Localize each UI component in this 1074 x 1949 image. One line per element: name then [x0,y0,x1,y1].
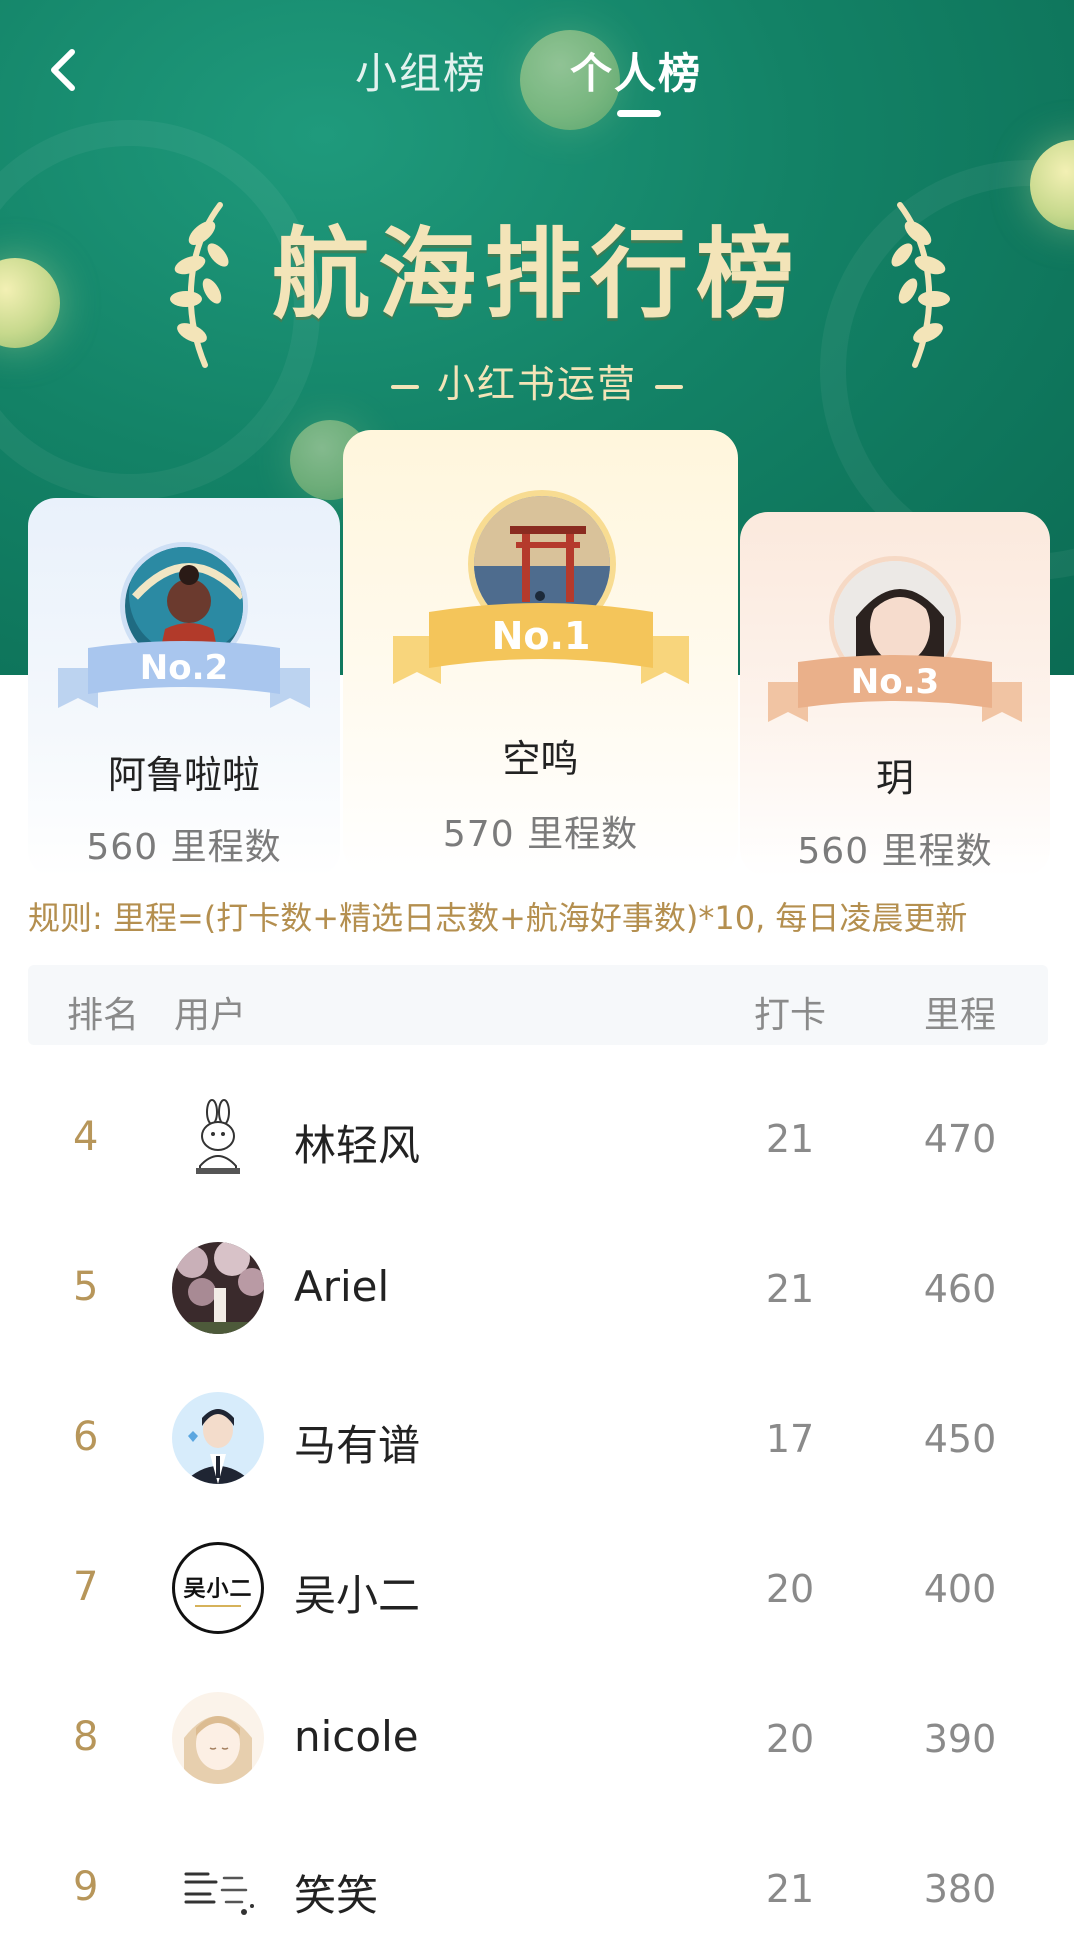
rank-badge-label: No.1 [491,614,591,658]
row-rank: 7 [73,1564,99,1610]
row-rank: 9 [73,1864,99,1910]
table-header: 排名 用户 打卡 里程 [28,965,1048,1045]
table-row[interactable]: 9 笑笑 21 380 [0,1812,1074,1949]
avatar [172,1692,264,1784]
row-rank: 5 [73,1264,99,1310]
column-header-user: 用户 [174,995,247,1036]
table-row[interactable]: 7 吴小二 吴小二 20 400 [0,1512,1074,1662]
row-user-name: 笑笑 [294,1871,379,1920]
rank-badge-label: No.3 [850,662,940,702]
row-miles: 470 [923,1117,997,1161]
row-checkin-count: 20 [765,1567,815,1611]
table-row[interactable]: 6 马有谱 17 450 [0,1362,1074,1512]
row-user-name: 林轻风 [294,1121,421,1170]
row-rank: 6 [73,1414,99,1460]
back-button[interactable] [40,40,90,100]
podium-card-second[interactable]: No.2 阿鲁啦啦 560 里程数 [28,498,340,878]
row-rank: 4 [73,1114,99,1160]
subtitle-dash [655,384,683,389]
table-row[interactable]: 5 Ariel 21 460 [0,1212,1074,1362]
row-rank: 8 [73,1714,99,1760]
podium-card-first[interactable]: No.1 空鸣 570 里程数 [343,430,738,875]
row-checkin-count: 21 [765,1267,815,1311]
row-checkin-count: 21 [765,1867,815,1911]
row-user-name: 马有谱 [294,1421,421,1470]
laurel-right-icon [891,202,950,368]
column-header-checkin: 打卡 [753,995,826,1036]
avatar [172,1242,264,1334]
row-checkin-count: 21 [765,1117,815,1161]
podium-score: 570 里程数 [442,814,639,855]
row-miles: 400 [923,1567,997,1611]
row-miles: 380 [923,1867,997,1911]
rank-badge-label: No.2 [139,648,229,688]
avatar [172,1392,264,1484]
row-user-name: 吴小二 [294,1571,421,1620]
avatar-text: 吴小二 [183,1577,253,1602]
row-miles: 460 [923,1267,997,1311]
tab-group-ranking[interactable]: 小组榜 [355,40,487,101]
row-checkin-count: 17 [765,1417,815,1461]
avatar: 吴小二 [172,1542,264,1634]
tab-personal-ranking[interactable]: 个人榜 [570,40,702,101]
avatar [172,1092,264,1184]
chevron-left-icon [51,49,75,91]
row-user-name: Ariel [294,1262,390,1311]
row-user-name: nicole [294,1712,419,1761]
avatar-underline [195,1605,241,1607]
column-header-rank: 排名 [67,995,140,1036]
subtitle-text: 小红书运营 [436,362,637,406]
table-row[interactable]: 4 林轻风 21 470 [0,1062,1074,1212]
podium-name: 空鸣 [502,737,579,781]
row-miles: 390 [923,1717,997,1761]
podium-score: 560 里程数 [86,827,282,868]
rules-text: 规则: 里程=(打卡数+精选日志数+航海好事数)*10, 每日凌晨更新 [28,899,968,937]
podium-name: 玥 [875,756,914,800]
table-row[interactable]: 8 nicole 20 390 [0,1662,1074,1812]
podium-name: 阿鲁啦啦 [107,753,260,797]
row-checkin-count: 20 [765,1717,815,1761]
column-header-miles: 里程 [923,995,996,1036]
row-miles: 450 [923,1417,997,1461]
podium-card-third[interactable]: No.3 玥 560 里程数 [740,512,1050,877]
page-subtitle: 小红书运营 [0,353,1074,408]
subtitle-dash [390,384,419,389]
podium-score: 560 里程数 [797,831,993,872]
avatar [172,1842,264,1934]
active-tab-indicator [617,110,661,117]
